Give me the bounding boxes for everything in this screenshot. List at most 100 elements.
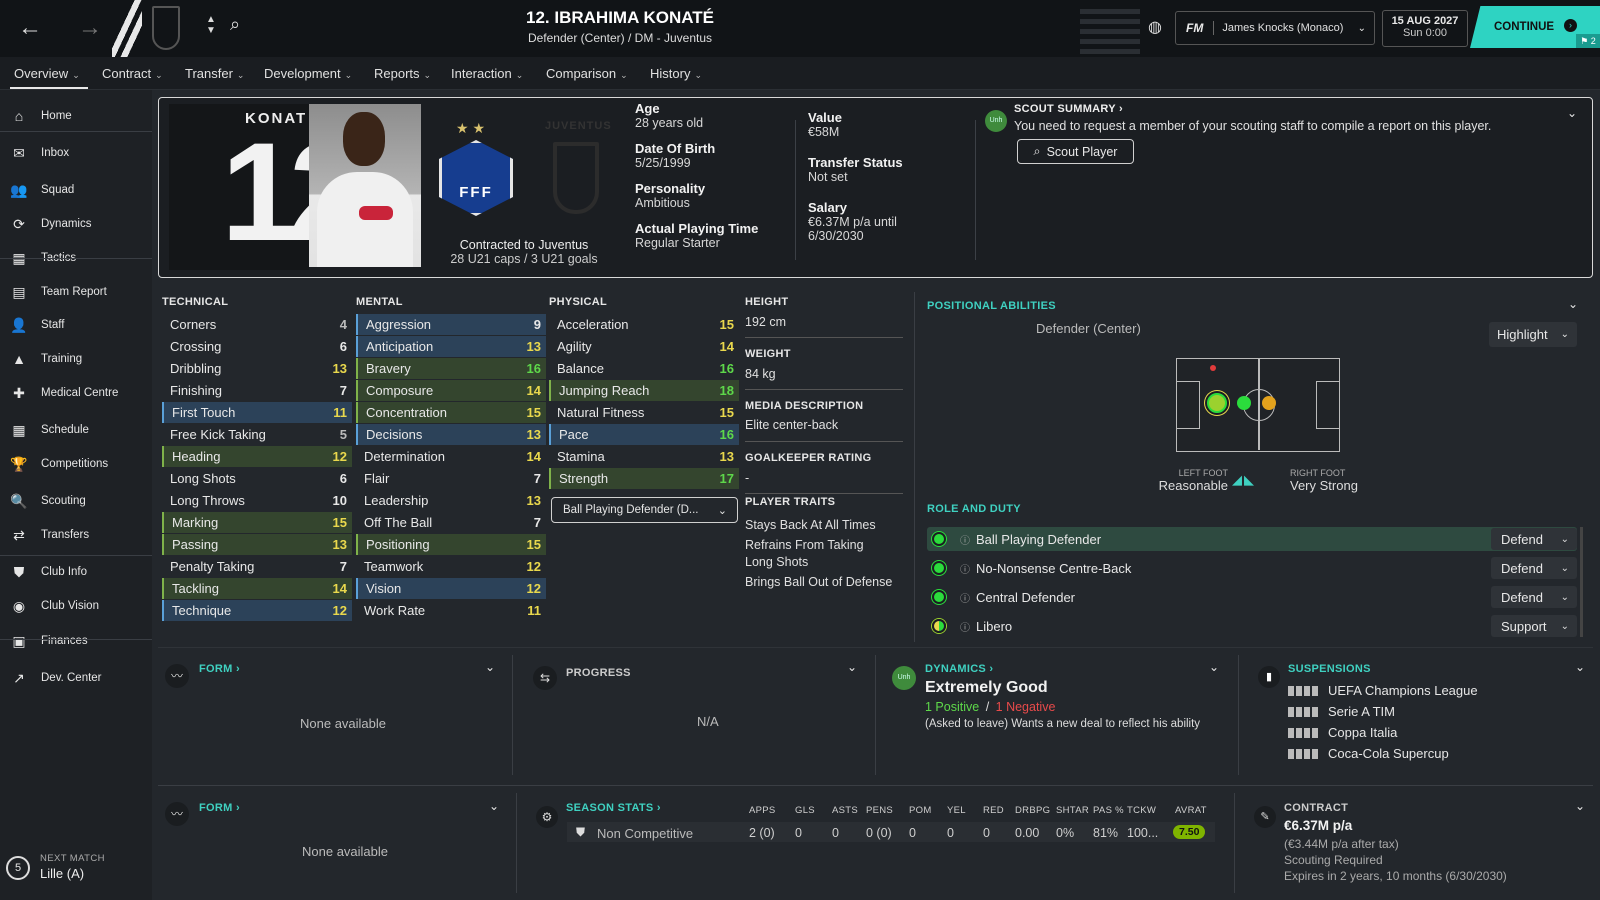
attribute-row[interactable]: Bravery 16 bbox=[356, 358, 546, 379]
sidebar-item-dev-center[interactable]: ↗ Dev. Center bbox=[0, 663, 152, 693]
chevron-down-icon[interactable]: ⌄ bbox=[1575, 660, 1585, 674]
stat-header[interactable]: DRBPG bbox=[1015, 805, 1050, 816]
role-row[interactable]: ⓘ Libero Support ⌄ bbox=[927, 614, 1577, 638]
attribute-row[interactable]: Finishing 7 bbox=[162, 380, 352, 401]
attribute-row[interactable]: Leadership 13 bbox=[356, 490, 546, 511]
attribute-row[interactable]: First Touch 11 bbox=[162, 402, 352, 423]
attribute-row[interactable]: Natural Fitness 15 bbox=[549, 402, 739, 423]
info-icon[interactable]: ⓘ bbox=[960, 619, 970, 634]
attribute-row[interactable]: Passing 13 bbox=[162, 534, 352, 555]
attribute-row[interactable]: Penalty Taking 7 bbox=[162, 556, 352, 577]
manager-selector[interactable]: FM James Knocks (Monaco) ⌄ bbox=[1175, 11, 1375, 45]
duty-dropdown[interactable]: Support ⌄ bbox=[1491, 615, 1577, 637]
duty-dropdown[interactable]: Defend ⌄ bbox=[1491, 528, 1577, 550]
duty-dropdown[interactable]: Defend ⌄ bbox=[1491, 557, 1577, 579]
sidebar-item-team-report[interactable]: ▤ Team Report bbox=[0, 277, 152, 307]
sidebar-item-dynamics[interactable]: ⟳ Dynamics bbox=[0, 209, 152, 239]
attribute-row[interactable]: Dribbling 13 bbox=[162, 358, 352, 379]
role-row[interactable]: ⓘ No-Nonsense Centre-Back Defend ⌄ bbox=[927, 556, 1577, 580]
chevron-down-icon[interactable]: ⌄ bbox=[1575, 799, 1585, 813]
search-icon[interactable]: ⌕ bbox=[230, 14, 240, 35]
sidebar-item-schedule[interactable]: ▦ Schedule bbox=[0, 415, 152, 445]
back-arrow-icon[interactable]: ← bbox=[18, 14, 42, 42]
highlight-dropdown[interactable]: Highlight ⌄ bbox=[1489, 322, 1577, 347]
attribute-row[interactable]: Strength 17 bbox=[549, 468, 739, 489]
tab-transfer[interactable]: Transfer ⌄ bbox=[185, 66, 244, 81]
tab-contract[interactable]: Contract ⌄ bbox=[102, 66, 163, 81]
chevron-down-icon[interactable]: ⌄ bbox=[847, 660, 857, 674]
date-box[interactable]: 15 AUG 2027 Sun 0:00 bbox=[1382, 10, 1468, 47]
tab-history[interactable]: History ⌄ bbox=[650, 66, 702, 81]
stat-header[interactable]: GLS bbox=[795, 805, 815, 816]
attribute-row[interactable]: Acceleration 15 bbox=[549, 314, 739, 335]
attribute-row[interactable]: Stamina 13 bbox=[549, 446, 739, 467]
info-icon[interactable]: ⓘ bbox=[960, 590, 970, 605]
stat-header[interactable]: POM bbox=[909, 805, 932, 816]
tab-reports[interactable]: Reports ⌄ bbox=[374, 66, 431, 81]
chevron-down-icon[interactable]: ⌄ bbox=[1568, 297, 1578, 311]
attribute-row[interactable]: Work Rate 11 bbox=[356, 600, 546, 621]
sidebar-item-club-info[interactable]: ⛊ Club Info bbox=[0, 557, 152, 587]
tab-overview[interactable]: Overview ⌄ bbox=[14, 66, 80, 81]
attribute-row[interactable]: Tackling 14 bbox=[162, 578, 352, 599]
sidebar-item-home[interactable]: ⌂ Home bbox=[0, 101, 152, 131]
sidebar-item-scouting[interactable]: 🔍 Scouting bbox=[0, 486, 152, 516]
attribute-row[interactable]: Long Throws 10 bbox=[162, 490, 352, 511]
chevron-down-icon[interactable]: ⌄ bbox=[485, 660, 495, 674]
attribute-row[interactable]: Heading 12 bbox=[162, 446, 352, 467]
notification-badge[interactable]: ⚑ 2 bbox=[1576, 34, 1600, 48]
attribute-row[interactable]: Corners 4 bbox=[162, 314, 352, 335]
attribute-row[interactable]: Concentration 15 bbox=[356, 402, 546, 423]
season-stats-title[interactable]: SEASON STATS › bbox=[566, 802, 661, 814]
scout-summary-title[interactable]: SCOUT SUMMARY › bbox=[1014, 103, 1123, 115]
attribute-row[interactable]: Flair 7 bbox=[356, 468, 546, 489]
attribute-row[interactable]: Marking 15 bbox=[162, 512, 352, 533]
sidebar-item-medical-centre[interactable]: ✚ Medical Centre bbox=[0, 378, 152, 408]
attribute-row[interactable]: Positioning 15 bbox=[356, 534, 546, 555]
stat-header[interactable]: PAS % bbox=[1093, 805, 1124, 816]
globe-icon[interactable]: ◍ bbox=[1148, 17, 1162, 37]
attribute-row[interactable]: Long Shots 6 bbox=[162, 468, 352, 489]
attribute-row[interactable]: Anticipation 13 bbox=[356, 336, 546, 357]
sidebar-item-finances[interactable]: ▣ Finances bbox=[0, 626, 152, 656]
info-icon[interactable]: ⓘ bbox=[960, 561, 970, 576]
sidebar-item-training[interactable]: ▲ Training bbox=[0, 344, 152, 374]
tab-comparison[interactable]: Comparison ⌄ bbox=[546, 66, 628, 81]
stat-header[interactable]: APPS bbox=[749, 805, 776, 816]
chevron-down-icon[interactable]: ⌄ bbox=[489, 799, 499, 813]
sidebar-item-staff[interactable]: 👤 Staff bbox=[0, 310, 152, 340]
sidebar-item-club-vision[interactable]: ◉ Club Vision bbox=[0, 591, 152, 621]
scrollbar[interactable] bbox=[1580, 527, 1583, 637]
tab-interaction[interactable]: Interaction ⌄ bbox=[451, 66, 523, 81]
attribute-row[interactable]: Determination 14 bbox=[356, 446, 546, 467]
forward-arrow-icon[interactable]: → bbox=[78, 14, 102, 42]
tab-development[interactable]: Development ⌄ bbox=[264, 66, 352, 81]
sort-arrows-icon[interactable]: ▲ ▼ bbox=[206, 14, 216, 36]
form-title[interactable]: FORM › bbox=[199, 663, 240, 675]
sidebar-item-transfers[interactable]: ⇄ Transfers bbox=[0, 520, 152, 550]
stat-header[interactable]: AVRAT bbox=[1175, 805, 1207, 816]
attribute-row[interactable]: Off The Ball 7 bbox=[356, 512, 546, 533]
attribute-row[interactable]: Pace 16 bbox=[549, 424, 739, 445]
attribute-row[interactable]: Technique 12 bbox=[162, 600, 352, 621]
continue-button[interactable]: CONTINUE › ⚑ 2 bbox=[1470, 6, 1600, 48]
attribute-row[interactable]: Agility 14 bbox=[549, 336, 739, 357]
stat-header[interactable]: ASTS bbox=[832, 805, 858, 816]
attribute-row[interactable]: Composure 14 bbox=[356, 380, 546, 401]
duty-dropdown[interactable]: Defend ⌄ bbox=[1491, 586, 1577, 608]
dynamics-title[interactable]: DYNAMICS › bbox=[925, 663, 993, 675]
attribute-row[interactable]: Balance 16 bbox=[549, 358, 739, 379]
sidebar-item-inbox[interactable]: ✉ Inbox bbox=[0, 138, 152, 168]
attribute-row[interactable]: Free Kick Taking 5 bbox=[162, 424, 352, 445]
attribute-row[interactable]: Jumping Reach 18 bbox=[549, 380, 739, 401]
role-row[interactable]: ⓘ Central Defender Defend ⌄ bbox=[927, 585, 1577, 609]
role-select[interactable]: Ball Playing Defender (D... ⌄ bbox=[551, 497, 738, 523]
role-row[interactable]: ⓘ Ball Playing Defender Defend ⌄ bbox=[927, 527, 1577, 551]
sidebar-item-competitions[interactable]: 🏆 Competitions bbox=[0, 449, 152, 479]
stat-header[interactable]: SHTAR bbox=[1056, 805, 1089, 816]
chevron-down-icon[interactable]: ⌄ bbox=[1567, 106, 1577, 120]
stat-header[interactable]: PENS bbox=[866, 805, 893, 816]
chevron-down-icon[interactable]: ⌄ bbox=[1209, 660, 1219, 674]
info-icon[interactable]: ⓘ bbox=[960, 532, 970, 547]
scout-player-button[interactable]: ⌕ Scout Player bbox=[1017, 139, 1134, 164]
